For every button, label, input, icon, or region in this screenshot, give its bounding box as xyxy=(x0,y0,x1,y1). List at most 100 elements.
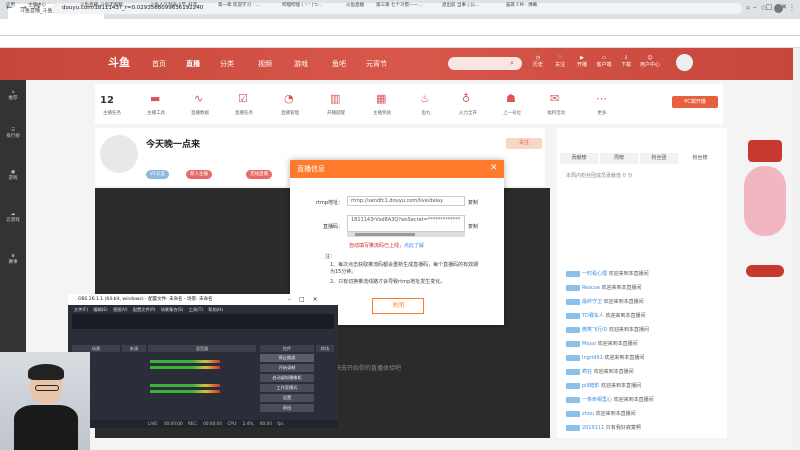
task-label: 上一号位 xyxy=(503,111,521,116)
auto-fill-notice: 自动填写推流码已上线，点此了解 xyxy=(349,242,424,249)
tab-fan-rank[interactable]: 粉丝榜 xyxy=(680,153,720,164)
nav-game[interactable]: 游戏 xyxy=(294,59,308,69)
fishball-icon[interactable]: ♨ xyxy=(420,92,430,105)
fire-icon[interactable]: ♁ xyxy=(462,92,470,105)
chat-username[interactable]: TD赛车人 xyxy=(582,313,604,319)
bookmark-item[interactable]: 猫耳 F.M - 弹幕 xyxy=(506,2,537,8)
sidebar-item-game[interactable]: ▣ 游戏 xyxy=(0,170,26,181)
bookmark-item[interactable]: 斗鱼直播 xyxy=(346,2,364,8)
menu-icon[interactable]: ⋮ xyxy=(788,3,796,12)
tab-contribution[interactable]: 贡献榜 xyxy=(560,153,598,164)
rtmp-field[interactable]: rtmp://sendfc1.douyu.com/live/delay xyxy=(347,196,465,206)
bookmark-item[interactable]: 退出前 当事 | 公... xyxy=(442,2,479,8)
user-center-icon[interactable]: ☺ 用户中心 xyxy=(640,55,660,68)
sidebar-item-events[interactable]: ♛ 赛事 xyxy=(0,254,26,265)
obs-menubar[interactable]: 文件(F) 编辑(E) 视图(V) 配置文件(P) 场景集合(S) 工具(T) … xyxy=(68,305,338,314)
search-icon[interactable]: ⌕ xyxy=(510,59,514,68)
page-scrollbar[interactable] xyxy=(793,48,800,450)
studio-mode-button[interactable]: 工作室模式 xyxy=(260,384,314,392)
promo-character xyxy=(744,166,786,236)
bookmark-item[interactable]: 哔哩哔哩 ( '- ' )つ... xyxy=(282,2,322,8)
sidebar-item-recommend[interactable]: ⌂ 推荐 xyxy=(0,90,26,101)
code-label: 直播码： xyxy=(322,224,343,230)
start-record-button[interactable]: 开始录制 xyxy=(260,364,314,372)
chat-username[interactable]: 2019111 xyxy=(582,425,604,431)
nav-fishbar[interactable]: 鱼吧 xyxy=(332,59,346,69)
nav-home[interactable]: 首页 xyxy=(152,59,166,69)
task-label: 鱼丸 xyxy=(421,111,431,116)
chat-username[interactable]: Ingrid91 xyxy=(582,355,603,361)
sidebar-item-cloud-game[interactable]: ☁ 云游戏 xyxy=(0,212,26,223)
bookmark-item[interactable]: 应用 xyxy=(6,2,15,8)
nav-live[interactable]: 直播 xyxy=(186,59,200,69)
site-logo[interactable]: 斗鱼 xyxy=(78,54,138,72)
broadcast-icon[interactable]: ▶ 开播 xyxy=(572,55,592,68)
avatar[interactable] xyxy=(676,54,693,71)
tools-icon[interactable]: ▬ xyxy=(150,92,160,105)
chat-username[interactable]: pill暗影 xyxy=(582,383,599,389)
webcam-person-glasses xyxy=(35,385,59,391)
chat-text: 欢迎来到本直播间 xyxy=(593,369,634,375)
welfare-icon[interactable]: ✉ xyxy=(550,92,559,105)
code-scrollbar-thumb[interactable] xyxy=(355,233,415,236)
close-button[interactable]: 关闭 xyxy=(372,298,424,314)
profile-icon[interactable] xyxy=(774,4,783,13)
task-icon[interactable]: ☑ xyxy=(238,92,248,105)
obs-preview[interactable] xyxy=(72,314,334,329)
audio-meter xyxy=(150,384,220,387)
stop-stream-button[interactable]: 停止推流 xyxy=(260,354,314,362)
obs-settings-button[interactable]: 设置 xyxy=(260,394,314,402)
obs-exit-button[interactable]: 退出 xyxy=(260,404,314,412)
bookmark-item[interactable]: 斗鱼人气列表小节_抖音... xyxy=(150,2,202,8)
gift-icon[interactable]: ☗ xyxy=(506,92,516,105)
chat-username[interactable]: Rescue xyxy=(582,285,600,291)
obs-window-controls[interactable]: –□✕ xyxy=(288,294,326,305)
follow-icon[interactable]: ♡ 关注 xyxy=(550,55,570,68)
task-label: 开播提醒 xyxy=(327,111,345,116)
promo-button[interactable] xyxy=(746,265,784,277)
bookmark-item[interactable]: 第一章 欢迎学习 · ... xyxy=(218,2,260,8)
download-icon[interactable]: ⇩ 下载 xyxy=(616,55,636,68)
virtual-camera-button[interactable]: 启动虚拟摄像机 xyxy=(260,374,314,382)
task-count: 12 xyxy=(100,95,114,106)
nav-festival[interactable]: 元宵节 xyxy=(366,59,387,69)
bookmark-item[interactable]: 主播中心 xyxy=(28,2,46,8)
follow-button[interactable]: 关注 xyxy=(506,138,542,149)
nav-category[interactable]: 分类 xyxy=(220,59,234,69)
promo-banner[interactable] xyxy=(740,140,790,300)
nav-video[interactable]: 视频 xyxy=(258,59,272,69)
sidebar-item-rank[interactable]: ☰ 排行榜 xyxy=(0,128,26,139)
reward-icon[interactable]: ▦ xyxy=(376,92,386,105)
client-icon[interactable]: ▭ 客户端 xyxy=(594,55,614,68)
level-badge xyxy=(566,284,580,291)
more-icon[interactable]: ⋯ xyxy=(596,92,607,105)
chat-username[interactable]: zhou xyxy=(582,411,594,417)
learn-more-link[interactable]: 点此了解 xyxy=(404,243,424,249)
chat-text: 欢迎来到本直播间 xyxy=(601,285,642,291)
close-icon[interactable]: ✕ xyxy=(490,163,498,173)
copy-rtmp-button[interactable]: 复制 xyxy=(468,199,478,206)
tab-fans[interactable]: 粉丝团 xyxy=(640,153,678,164)
bookmark-item[interactable]: 斗鱼直播_斗鱼无限精... xyxy=(80,2,127,8)
data-icon[interactable]: ∿ xyxy=(194,92,203,105)
forward-icon[interactable]: → xyxy=(20,3,27,12)
chat-username[interactable]: Mossi xyxy=(582,341,596,347)
level-badge xyxy=(566,312,580,319)
chat-username[interactable]: 最终守卫 xyxy=(582,299,602,305)
chat-username[interactable]: 一时看心理 xyxy=(582,271,607,277)
manage-icon[interactable]: ◔ xyxy=(284,92,294,105)
zoom-icon[interactable]: ⌕ xyxy=(746,3,750,13)
note-line: 2、只有切换推流线路才会导致rtmp地址发生变化。 xyxy=(330,279,446,285)
chat-username[interactable]: 微笑飞行ID xyxy=(582,327,607,333)
history-icon[interactable]: ◷ 历史 xyxy=(528,55,548,68)
chat-username[interactable]: 一条命相里心 xyxy=(582,397,612,403)
tab-weekly[interactable]: 周榜 xyxy=(600,153,638,164)
bookmark-item[interactable]: 第三章 七个习惯——... xyxy=(376,2,422,8)
chat-message: Rescue 欢迎来到本直播间 xyxy=(566,284,642,291)
pc-broadcast-button[interactable]: PC端开播 xyxy=(672,96,718,108)
star-icon[interactable]: ☆ xyxy=(760,3,767,12)
stream-code-field[interactable]: 1811143rVsd8A3Q?wsSecret=************* xyxy=(347,215,465,232)
remind-icon[interactable]: ▥ xyxy=(330,92,340,105)
chat-username[interactable]: 疯狂 xyxy=(582,369,592,375)
copy-code-button[interactable]: 复制 xyxy=(468,223,478,230)
